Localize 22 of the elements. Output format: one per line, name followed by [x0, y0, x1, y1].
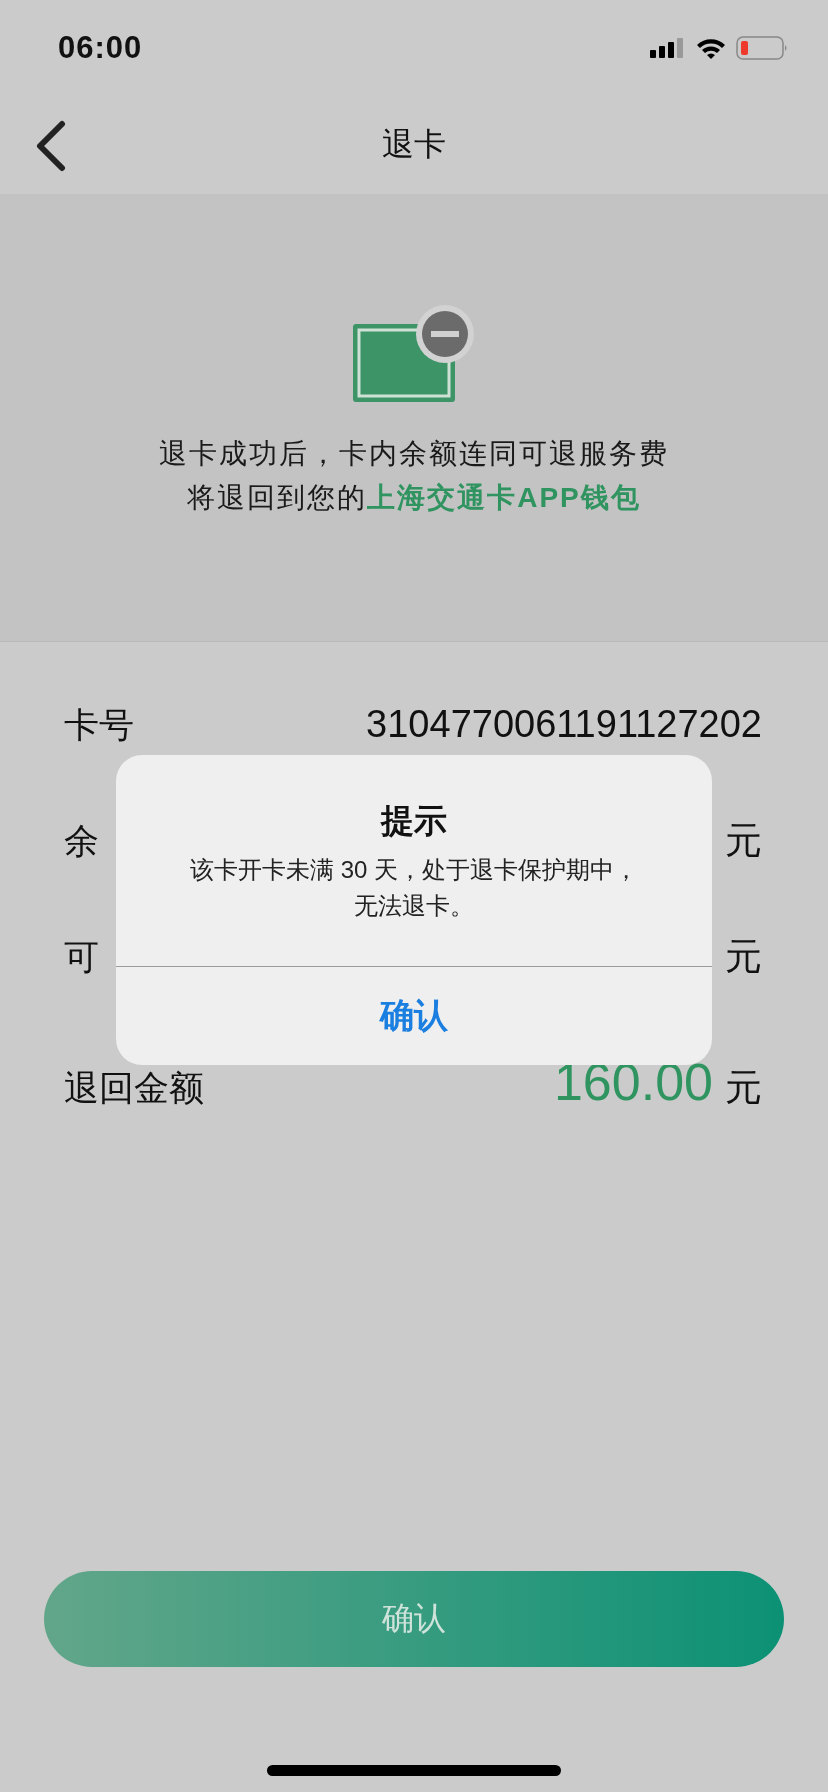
row-label: 余 — [64, 822, 99, 858]
row-label: 退回金额 — [64, 1066, 204, 1105]
alert-title: 提示 — [381, 801, 447, 841]
notice-text: 将退回到您的 — [187, 482, 368, 513]
row-value: 160.00 — [553, 1056, 713, 1108]
row-label: 卡号 — [64, 706, 134, 742]
unit-label: 元 — [725, 937, 762, 975]
wifi-icon — [696, 37, 726, 59]
unit-label: 元 — [725, 821, 762, 859]
row-label: 可 — [64, 938, 99, 974]
page-title: 退卡 — [382, 125, 446, 164]
battery-icon — [736, 36, 788, 60]
wallet-link[interactable]: 上海交通卡APP钱包 — [367, 482, 641, 513]
confirm-button[interactable]: 确认 — [44, 1571, 784, 1667]
unit-label: 元 — [725, 1069, 762, 1106]
alert-message: 该卡开卡未满 30 天，处于退卡保护期中，无法退卡。 — [189, 855, 639, 921]
card-remove-icon — [351, 304, 477, 404]
status-time: 06:00 — [58, 30, 143, 66]
row-value: 3104770061191127202 — [366, 705, 762, 743]
back-icon[interactable] — [34, 120, 66, 172]
signal-icon — [650, 37, 686, 59]
notice-text: 退卡成功后，卡内余额连同可退服务费 — [159, 437, 669, 471]
